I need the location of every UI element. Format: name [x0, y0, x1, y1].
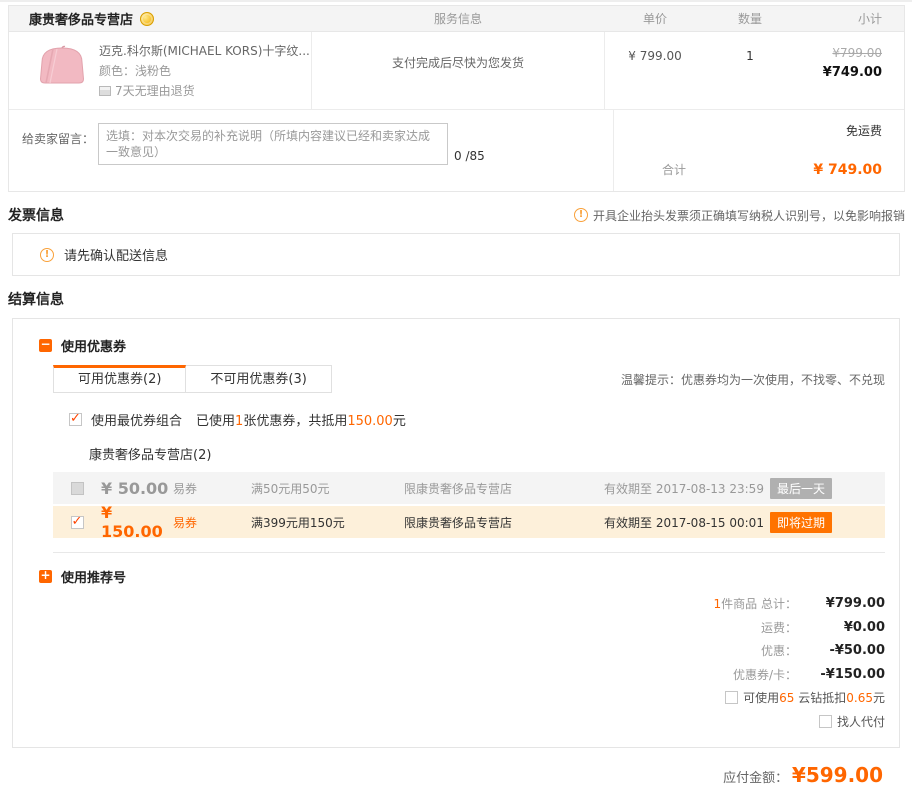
- coupon-150-checkbox[interactable]: [71, 516, 84, 529]
- return-policy-icon: [99, 86, 111, 96]
- coupon-validity: 有效期至 2017-08-15 00:01: [604, 514, 770, 531]
- divider: [53, 552, 885, 553]
- coupon-badge-last-day: 最后一天: [770, 478, 832, 499]
- invoice-section-header: 发票信息 ! 开具企业抬头发票须正确填写纳税人识别号，以免影响报销: [8, 205, 905, 225]
- coupon-condition: 满399元用150元: [251, 514, 404, 531]
- column-header-quantity: 数量: [705, 10, 795, 27]
- referral-section-title: 使用推荐号: [61, 567, 126, 586]
- order-total-value: ¥ 749.00: [813, 162, 882, 178]
- collapse-minus-icon[interactable]: −: [39, 339, 52, 352]
- expand-plus-icon[interactable]: +: [39, 570, 52, 583]
- referral-section-toggle[interactable]: + 使用推荐号: [39, 567, 885, 586]
- coupon-amount: ¥ 150.00: [101, 503, 173, 541]
- coupon-scope: 限康贵奢侈品专营店: [404, 514, 604, 531]
- summary-total-value: ¥799.00: [797, 596, 885, 611]
- yunzuan-checkbox[interactable]: [725, 691, 738, 704]
- pay-for-me-label: 找人代付: [837, 713, 885, 730]
- coupon-condition: 满50元用50元: [251, 480, 404, 497]
- coupon-type: 易券: [173, 480, 251, 497]
- coupon-store-group-label: 康贵奢侈品专营店(2): [89, 444, 885, 463]
- message-char-counter: 0 /85: [454, 149, 485, 165]
- best-combo-checkbox[interactable]: [69, 413, 82, 426]
- coupon-row-150[interactable]: ¥ 150.00 易券 满399元用150元 限康贵奢侈品专营店 有效期至 20…: [53, 506, 885, 538]
- order-table-header: 康贵奢侈品专营店 服务信息 单价 数量 小计: [9, 6, 904, 32]
- service-info-text: 支付完成后尽快为您发货: [311, 32, 605, 109]
- coupon-validity: 有效期至 2017-08-13 23:59: [604, 480, 770, 497]
- checkout-page: 康贵奢侈品专营店 服务信息 单价 数量 小计 迈克.科尔斯(M: [0, 5, 912, 787]
- delivery-warning-text: 请先确认配送信息: [64, 245, 168, 264]
- column-header-subtotal: 小计: [795, 10, 904, 27]
- delivery-warning-box: ! 请先确认配送信息: [12, 233, 900, 276]
- invoice-info-icon: !: [574, 208, 588, 222]
- coupon-section-title: 使用优惠券: [61, 336, 126, 355]
- seller-message-row: 给卖家留言： 0 /85 免运费 合计 ¥ 749.00: [9, 109, 904, 191]
- tab-unavailable-coupons[interactable]: 不可用优惠券(3): [186, 365, 331, 393]
- product-color-label: 颜色：浅粉色: [99, 62, 310, 79]
- unit-price-value: ¥ 799.00: [605, 32, 705, 109]
- best-combo-row: 使用最优券组合 已使用1张优惠券，共抵用150.00元: [69, 410, 885, 429]
- price-summary: 1件商品 总计： ¥799.00 运费： ¥0.00 优惠： -¥50.00 优…: [39, 592, 885, 733]
- order-total-label: 合计: [662, 161, 686, 178]
- coupon-50-checkbox[interactable]: [71, 482, 84, 495]
- invoice-section-title: 发票信息: [8, 205, 64, 225]
- free-shipping-label: 免运费: [662, 122, 882, 139]
- coupon-type: 易券: [173, 514, 251, 531]
- coupon-tabs-row: 可用优惠券(2) 不可用优惠券(3) 温馨提示：优惠券均为一次使用，不找零、不兑…: [53, 365, 885, 393]
- yunzuan-label: 可使用65 云钻抵扣0.65元: [743, 689, 885, 706]
- order-table: 康贵奢侈品专营店 服务信息 单价 数量 小计 迈克.科尔斯(M: [8, 5, 905, 192]
- tab-available-coupons[interactable]: 可用优惠券(2): [53, 365, 186, 393]
- summary-discount-label: 优惠：: [761, 642, 797, 659]
- coupon-badge-expiring: 即将过期: [770, 512, 832, 533]
- seller-message-label: 给卖家留言：: [22, 130, 94, 147]
- payable-label: 应付金额：: [723, 771, 788, 786]
- store-medal-icon: [140, 12, 154, 26]
- seller-message-input[interactable]: [98, 123, 448, 165]
- return-policy-label: 7天无理由退货: [115, 82, 195, 99]
- coupon-tip-text: 温馨提示：优惠券均为一次使用，不找零、不兑现: [621, 371, 885, 393]
- column-header-unit-price: 单价: [605, 10, 705, 27]
- coupon-scope: 限康贵奢侈品专营店: [404, 480, 604, 497]
- subtotal-current-price: ¥749.00: [795, 65, 882, 80]
- coupon-row-50[interactable]: ¥ 50.00 易券 满50元用50元 限康贵奢侈品专营店 有效期至 2017-…: [53, 472, 885, 504]
- store-name-link[interactable]: 康贵奢侈品专营店: [29, 9, 133, 28]
- summary-coupon-value: -¥150.00: [797, 667, 885, 682]
- best-combo-detail: 已使用1张优惠券，共抵用150.00元: [196, 410, 406, 429]
- payable-amount: ¥599.00: [792, 763, 883, 787]
- settlement-section-header: 结算信息: [8, 289, 905, 309]
- pink-bag-graphic: [37, 42, 87, 87]
- summary-total-label: 1件商品 总计：: [714, 595, 797, 612]
- summary-shipping-label: 运费：: [761, 619, 797, 636]
- settlement-section-title: 结算信息: [8, 289, 64, 309]
- payable-row: 应付金额： ¥599.00: [0, 763, 883, 787]
- product-row: 迈克.科尔斯(MICHAEL KORS)十字纹... 颜色：浅粉色 7天无理由退…: [9, 32, 904, 109]
- product-title-link[interactable]: 迈克.科尔斯(MICHAEL KORS)十字纹...: [99, 43, 310, 59]
- quantity-value: 1: [705, 32, 795, 109]
- invoice-note-text: 开具企业抬头发票须正确填写纳税人识别号，以免影响报销: [593, 207, 905, 224]
- summary-coupon-label: 优惠券/卡：: [733, 666, 797, 683]
- summary-discount-value: -¥50.00: [797, 643, 885, 658]
- product-image[interactable]: [37, 42, 87, 87]
- delivery-warning-icon: !: [40, 248, 54, 262]
- subtotal-original-price: ¥799.00: [795, 46, 882, 60]
- pay-for-me-checkbox[interactable]: [819, 715, 832, 728]
- coupon-section-toggle[interactable]: − 使用优惠券: [39, 336, 885, 355]
- column-header-service: 服务信息: [311, 10, 605, 27]
- best-combo-label: 使用最优券组合: [91, 410, 182, 429]
- coupon-amount: ¥ 50.00: [101, 479, 173, 498]
- settlement-box: − 使用优惠券 可用优惠券(2) 不可用优惠券(3) 温馨提示：优惠券均为一次使…: [12, 318, 900, 748]
- summary-shipping-value: ¥0.00: [797, 620, 885, 635]
